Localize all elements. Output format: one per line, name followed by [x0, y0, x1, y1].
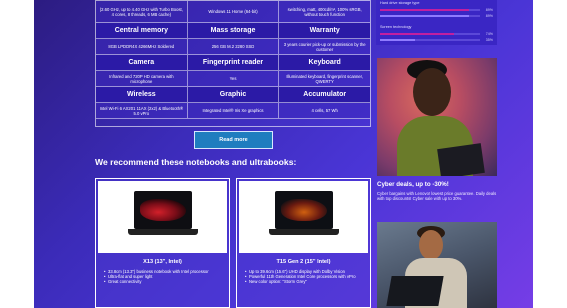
spec-heading: Camera [96, 55, 188, 71]
product-image[interactable] [239, 181, 368, 253]
recommend-heading: We recommend these notebooks and ultrabo… [95, 157, 297, 167]
product-card-t15[interactable]: T15 Gen 2 (15" Intel) Up to 39.6cm (15.6… [236, 178, 371, 308]
spec-value: 4 cells, 57 Wh [279, 103, 371, 119]
deal-heading[interactable]: Cyber deals, up to -30%! [377, 181, 449, 188]
deal-text: Cyber bargains with Lenovo! lowest price… [377, 191, 497, 202]
laptop-image [268, 191, 339, 243]
spec-row: Intel Wi-Fi 6 AX201 11AX (2x2) & Bluetoo… [96, 103, 371, 119]
product-features: 33.8cm (13.3") business notebook with In… [104, 269, 221, 284]
spec-value: 8GB LPDDR4X 4266MHz Soldered [96, 39, 188, 55]
spec-value: Integrated Intel® Iris Xe graphics [187, 103, 280, 119]
feature-item: New color option: "Storm Grey" [245, 279, 362, 284]
bar-percent: 35% [485, 38, 493, 42]
spec-value: switching, matt, 400cd/m², 100% sRGB, wi… [279, 1, 371, 23]
feature-item: Great connectivity [104, 279, 221, 284]
bar-percent: 89% [485, 14, 493, 18]
spec-value: Yes [187, 71, 280, 87]
spec-heading: Graphic [187, 87, 280, 103]
spec-heading: Central memory [96, 23, 188, 39]
bar-fill [380, 33, 454, 35]
bar-percent: 74% [485, 32, 493, 36]
bar-fill [380, 15, 469, 17]
rating-bar: 89% [380, 8, 493, 13]
woman-tablet-photo[interactable] [377, 58, 497, 176]
bar-label: Hard drive storage type [380, 1, 420, 5]
product-name[interactable]: X13 (13", Intel) [96, 259, 229, 265]
spec-value: 3 years courier pick-up or submission by… [279, 39, 371, 55]
rating-bar: 35% [380, 38, 493, 43]
spec-value: Infrared and 720P HD camera with microph… [96, 71, 188, 87]
spec-heading: Warranty [279, 23, 371, 39]
spec-header-row: Central memory Mass storage Warranty [96, 23, 371, 39]
read-more-button[interactable]: Read more [194, 131, 273, 149]
bar-percent: 89% [485, 8, 493, 12]
spec-heading: Wireless [96, 87, 188, 103]
spec-value: 256 GB M.2 2280 SSD [187, 39, 280, 55]
page-margin-right [533, 0, 567, 308]
product-image[interactable] [98, 181, 227, 253]
spec-heading: Accumulator [279, 87, 371, 103]
spec-value: Windows 11 Home (64-bit) [187, 1, 280, 23]
bar-label: Screen technology [380, 25, 412, 29]
bar-fill [380, 39, 415, 41]
laptop-image [127, 191, 198, 243]
man-laptop-photo[interactable] [377, 222, 497, 308]
spec-header-row: Wireless Graphic Accumulator [96, 87, 371, 103]
page-margin-left [0, 0, 34, 308]
spec-heading: Fingerprint reader [187, 55, 280, 71]
spec-value: (2.60 GHz, up to 4.40 GHz with Turbo Boo… [96, 1, 188, 23]
spec-table: (2.60 GHz, up to 4.40 GHz with Turbo Boo… [95, 0, 371, 127]
spec-row: (2.60 GHz, up to 4.40 GHz with Turbo Boo… [96, 1, 371, 23]
product-name[interactable]: T15 Gen 2 (15" Intel) [237, 259, 370, 265]
spec-heading: Mass storage [187, 23, 280, 39]
product-features: Up to 39.6cm (15.6") UHD display with Do… [245, 269, 362, 284]
product-card-x13[interactable]: X13 (13", Intel) 33.8cm (13.3") business… [95, 178, 230, 308]
spec-value: Intel Wi-Fi 6 AX201 11AX (2x2) & Bluetoo… [96, 103, 188, 119]
rating-bar: 89% [380, 14, 493, 19]
rating-bar: 74% [380, 32, 493, 37]
bar-fill [380, 9, 469, 11]
spec-header-row: Camera Fingerprint reader Keyboard [96, 55, 371, 71]
spec-heading: Keyboard [279, 55, 371, 71]
spec-value: Illuminated keyboard, fingerprint scanne… [279, 71, 371, 87]
spec-row: 8GB LPDDR4X 4266MHz Soldered 256 GB M.2 … [96, 39, 371, 55]
rating-bars-panel: Hard drive storage type 89% 89% Screen t… [376, 0, 497, 45]
spec-row: Infrared and 720P HD camera with microph… [96, 71, 371, 87]
